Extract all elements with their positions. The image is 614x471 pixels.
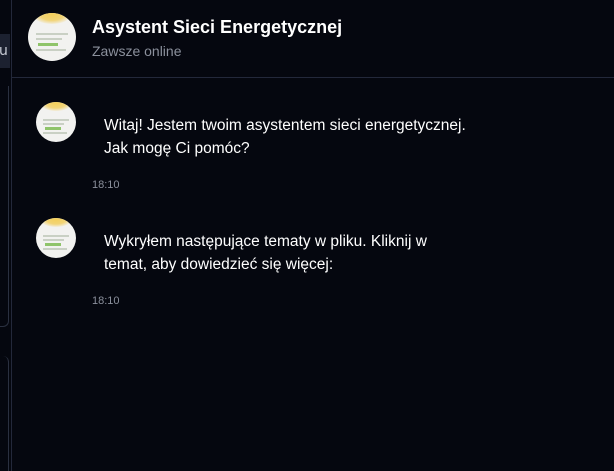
message-text: Wykryłem następujące tematy w pliku. Kli… bbox=[104, 230, 534, 276]
message-text: Witaj! Jestem twoim asystentem sieci ene… bbox=[104, 114, 534, 160]
background-tab[interactable]: u bbox=[0, 34, 10, 68]
bot-name: Asystent Sieci Energetycznej bbox=[92, 17, 343, 37]
message-line: Wykryłem następujące tematy w pliku. Kli… bbox=[104, 233, 427, 250]
background-panel-edge bbox=[0, 86, 9, 327]
background-panel-edge-lower bbox=[0, 356, 9, 471]
message-timestamp: 18:10 bbox=[92, 179, 120, 191]
background-tab-label: u bbox=[0, 43, 8, 59]
bot-avatar-icon bbox=[28, 13, 76, 61]
message-line: Witaj! Jestem twoim asystentem sieci ene… bbox=[104, 117, 466, 134]
message-line: temat, aby dowiedzieć się więcej: bbox=[104, 256, 334, 273]
bot-avatar-icon bbox=[36, 102, 76, 142]
message-timestamp: 18:10 bbox=[92, 295, 120, 307]
bot-avatar-icon bbox=[36, 218, 76, 258]
page: u Asystent Sieci Energetycznej Zawsze on… bbox=[0, 0, 614, 471]
chat-header: Asystent Sieci Energetycznej Zawsze onli… bbox=[12, 0, 614, 78]
message-line: Jak mogę Ci pomóc? bbox=[104, 140, 250, 157]
chat-panel: Asystent Sieci Energetycznej Zawsze onli… bbox=[11, 0, 614, 471]
bot-status: Zawsze online bbox=[92, 43, 182, 59]
